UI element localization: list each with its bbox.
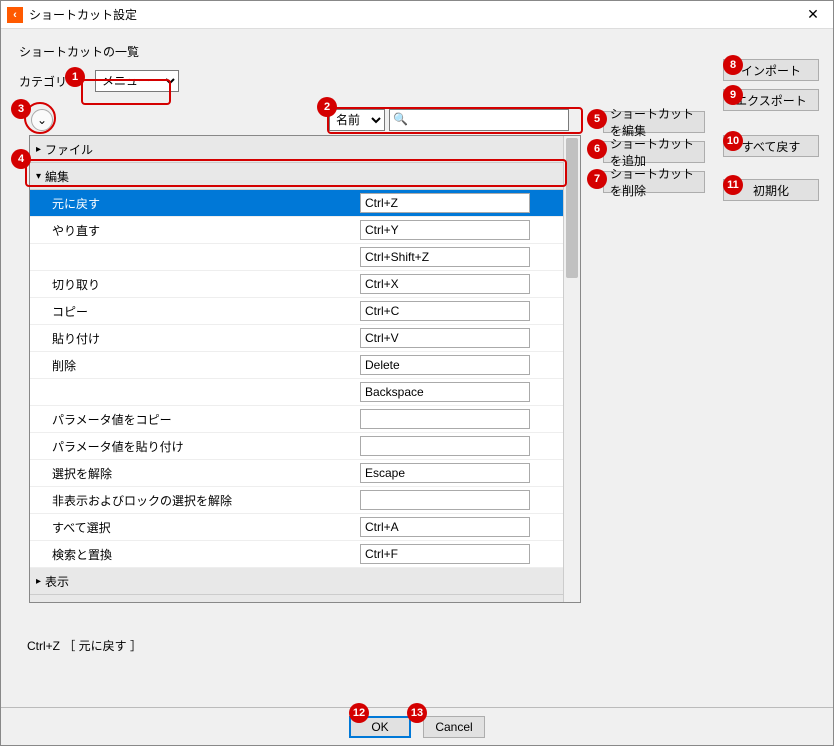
scrollbar[interactable] xyxy=(563,136,580,602)
annotation-marker: 12 xyxy=(349,703,369,723)
annotation-marker: 4 xyxy=(11,149,31,169)
annotation-marker: 1 xyxy=(65,67,85,87)
shortcut-tree[interactable]: ▸ ファイル ▾ 編集 元に戻す Ctrl+Z やり直すCtrl+Y Ctrl+… xyxy=(29,135,581,603)
annotation-marker: 6 xyxy=(587,139,607,159)
category-select[interactable]: メニュー xyxy=(95,70,179,92)
cancel-button[interactable]: Cancel xyxy=(423,716,485,738)
chevron-right-icon: ▸ xyxy=(36,576,41,587)
expand-all-button[interactable]: ⌄ xyxy=(31,109,53,131)
chevron-down-icon: ▾ xyxy=(36,171,41,182)
window-title: ショートカット設定 xyxy=(29,6,793,23)
annotation-marker: 8 xyxy=(723,55,743,75)
tree-row[interactable]: 貼り付けCtrl+V xyxy=(30,325,563,352)
add-shortcut-button[interactable]: ショートカットを追加 xyxy=(603,141,705,163)
tree-row[interactable]: Ctrl+Shift+Z xyxy=(30,244,563,271)
tree-row[interactable]: コピーCtrl+C xyxy=(30,298,563,325)
tree-row[interactable]: 切り取りCtrl+X xyxy=(30,271,563,298)
tree-row[interactable]: 非表示およびロックの選択を解除 xyxy=(30,487,563,514)
search-icon: 🔍 xyxy=(393,112,408,126)
search-mode-select[interactable]: 名前 xyxy=(329,109,385,131)
annotation-marker: 7 xyxy=(587,169,607,189)
annotation-marker: 9 xyxy=(723,85,743,105)
tree-group-modeling[interactable]: ▸ モデリング xyxy=(30,595,563,603)
tree-group-file[interactable]: ▸ ファイル xyxy=(30,136,563,163)
annotation-marker: 11 xyxy=(723,175,743,195)
close-icon[interactable]: ✕ xyxy=(793,1,833,29)
chevron-right-icon: ▸ xyxy=(36,603,41,604)
list-heading: ショートカットの一覧 xyxy=(19,43,815,60)
annotation-marker: 2 xyxy=(317,97,337,117)
chevron-down-icon: ⌄ xyxy=(37,113,47,127)
edit-shortcut-button[interactable]: ショートカットを編集 xyxy=(603,111,705,133)
annotation-marker: 3 xyxy=(11,99,31,119)
tree-row[interactable]: すべて選択Ctrl+A xyxy=(30,514,563,541)
tree-group-view[interactable]: ▸ 表示 xyxy=(30,568,563,595)
tree-row[interactable]: 元に戻す Ctrl+Z xyxy=(30,190,563,217)
tree-row[interactable]: パラメータ値をコピー xyxy=(30,406,563,433)
tree-row[interactable]: 削除Delete xyxy=(30,352,563,379)
status-line: Ctrl+Z ［ 元に戻す ］ xyxy=(27,637,142,654)
tree-row[interactable]: やり直すCtrl+Y xyxy=(30,217,563,244)
annotation-marker: 10 xyxy=(723,131,743,151)
search-input[interactable] xyxy=(389,109,569,131)
app-icon: ‹ xyxy=(7,7,23,23)
tree-row[interactable]: パラメータ値を貼り付け xyxy=(30,433,563,460)
tree-group-edit[interactable]: ▾ 編集 xyxy=(30,163,563,190)
tree-row[interactable]: 選択を解除Escape xyxy=(30,460,563,487)
annotation-marker: 13 xyxy=(407,703,427,723)
annotation-marker: 5 xyxy=(587,109,607,129)
tree-row[interactable]: Backspace xyxy=(30,379,563,406)
tree-row[interactable]: 検索と置換Ctrl+F xyxy=(30,541,563,568)
delete-shortcut-button[interactable]: ショートカットを削除 xyxy=(603,171,705,193)
chevron-right-icon: ▸ xyxy=(36,144,41,155)
